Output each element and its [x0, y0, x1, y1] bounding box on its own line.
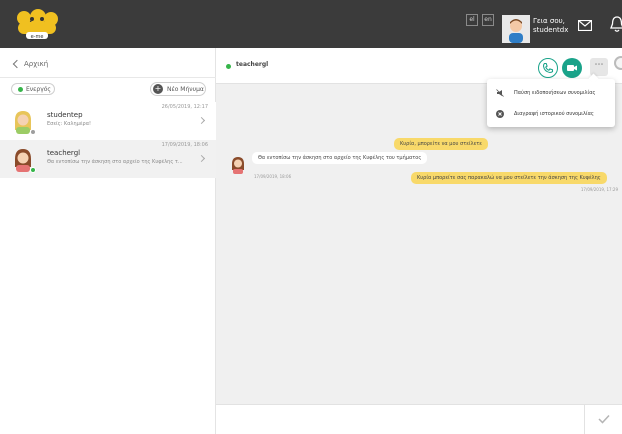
e-me-logo[interactable]: e-me: [14, 8, 60, 40]
outgoing-message: Κυρία μπορείτε σας παρακαλώ να μου στείλ…: [411, 172, 607, 184]
back-home-link[interactable]: Αρχική: [12, 59, 49, 69]
back-label: Αρχική: [24, 60, 49, 68]
greeting-line1: Γεια σου,: [533, 17, 565, 25]
new-message-button[interactable]: + Νέο Μήνυμα: [150, 82, 206, 96]
divider: [584, 405, 585, 434]
app-root: e-me el en Γεια σου, studentdx Αρχική Εν…: [0, 0, 622, 434]
close-circle-icon: [496, 110, 504, 118]
user-avatar[interactable]: [502, 15, 530, 43]
divider: [0, 77, 216, 78]
incoming-message: Θα εντοπίσω την άσκηση στο αρχείο της Κυ…: [252, 152, 428, 164]
voice-call-button[interactable]: [538, 58, 558, 78]
delete-history-label: Διαγραφή ιστορικού συνομιλίας: [514, 111, 594, 117]
delete-history-menu-item[interactable]: Διαγραφή ιστορικού συνομιλίας: [487, 104, 615, 124]
message-input[interactable]: [216, 405, 584, 434]
conversation-name: teachergl: [47, 149, 81, 157]
mute-notifications-label: Παύση ειδοποιήσεων συνομιλίας: [514, 90, 596, 96]
conversation-date: 17/09/2019, 18:06: [161, 142, 208, 148]
message-time: 17/09/2019, 18:06: [254, 174, 292, 179]
conversation-list-panel: Αρχική Ενεργός + Νέο Μήνυμα studentep Εσ…: [0, 48, 216, 434]
status-dot: [30, 129, 36, 135]
mute-notifications-menu-item[interactable]: Παύση ειδοποιήσεων συνομιλίας: [487, 83, 615, 103]
status-filter-label: Ενεργός: [26, 85, 51, 93]
plus-icon: +: [153, 84, 163, 94]
outgoing-message: Κυρία, μπορείτε να μου στείλετε: [394, 138, 488, 150]
chevron-right-icon: [197, 116, 206, 125]
bell-icon[interactable]: [610, 16, 622, 33]
online-dot-icon: [226, 64, 231, 69]
checkmark-send-icon[interactable]: [598, 414, 610, 424]
conversation-preview: Εσείς: Καλημέρα!: [47, 121, 91, 127]
conversation-item[interactable]: teachergl Θα εντοπίσω την άσκηση στο αρχ…: [0, 140, 216, 178]
help-icon[interactable]: [614, 56, 622, 70]
phone-icon: [542, 62, 554, 74]
megaphone-mute-icon: [496, 89, 504, 97]
video-call-button[interactable]: [562, 58, 582, 78]
avatar: [232, 157, 244, 174]
conversation-item[interactable]: studentep Εσείς: Καλημέρα! 26/05/2019, 1…: [0, 102, 216, 140]
conversation-name: studentep: [47, 111, 83, 119]
status-filter-button[interactable]: Ενεργός: [11, 83, 55, 95]
video-camera-icon: [567, 65, 577, 71]
chevron-right-icon: [197, 154, 206, 163]
chat-title: teachergl: [236, 61, 269, 68]
top-bar: e-me el en Γεια σου, studentdx: [0, 0, 622, 48]
lang-en-button[interactable]: en: [482, 14, 494, 26]
conversation-date: 26/05/2019, 12:17: [161, 104, 208, 110]
greeting-username: studentdx: [533, 26, 569, 34]
ellipsis-icon: ⋯: [594, 60, 604, 70]
message-composer: [216, 404, 622, 434]
lang-el-button[interactable]: el: [466, 14, 478, 26]
mail-icon[interactable]: [578, 20, 592, 31]
logo-text: e-me: [31, 34, 44, 40]
chat-options-menu: Παύση ειδοποιήσεων συνομιλίας Διαγραφή ι…: [487, 79, 615, 127]
status-dot: [30, 167, 36, 173]
new-message-label: Νέο Μήνυμα: [167, 85, 204, 93]
message-time: 17/09/2019, 17:29: [580, 187, 618, 192]
online-dot-icon: [18, 86, 23, 92]
chevron-left-icon: [12, 59, 22, 69]
user-greeting[interactable]: Γεια σου, studentdx: [533, 17, 569, 35]
conversation-preview: Θα εντοπίσω την άσκηση στο αρχείο της Κυ…: [47, 159, 183, 165]
